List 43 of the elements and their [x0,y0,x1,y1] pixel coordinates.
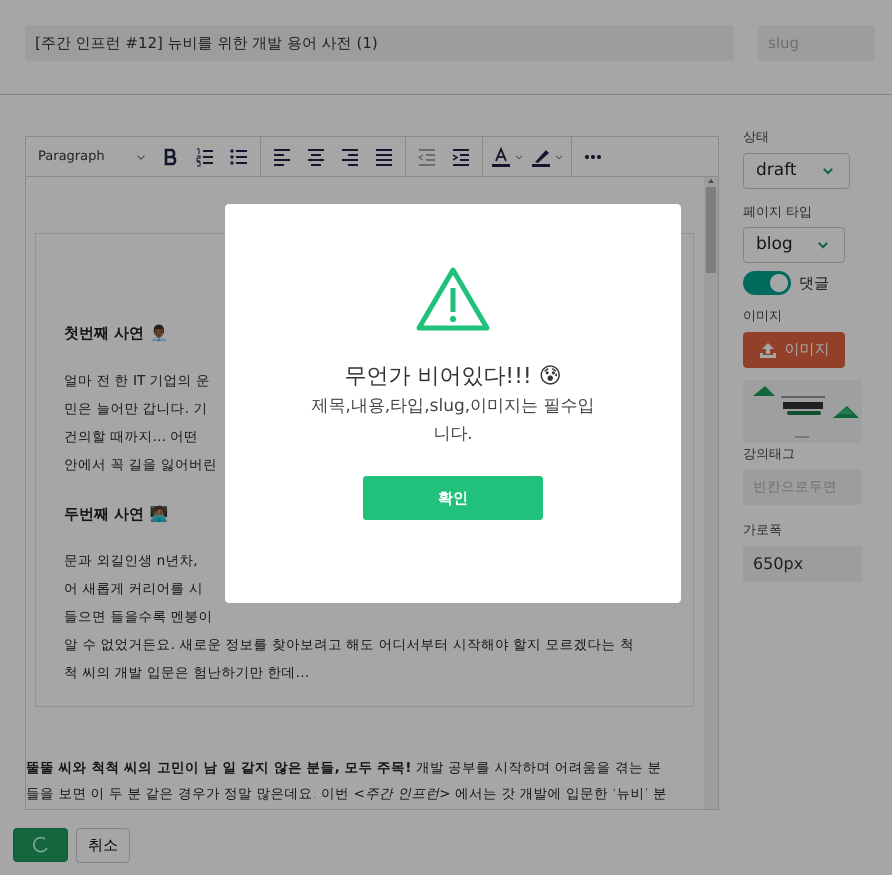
toggle-switch[interactable] [743,271,791,295]
scroll-up-icon [707,177,715,185]
dialog-title: 무언가 비어있다!!! 😰 [344,363,562,391]
field-label: 강의태그 [743,446,796,464]
toggle-label: 댓글 [799,272,829,294]
text-line: 뚤뚤 씨와 척척 씨의 고민이 남 일 같지 않은 분들, 모두 주목! 개발 공부를 시작하며 어려움을 겪는 분 [26,759,662,778]
field-label: 이미지 [743,308,783,326]
dialog-message: 제목,내용,타입,slug,이미지는 필수입니다. [310,395,596,446]
text-line: 들을 보면 이 두 분 같은 경우가 정말 많은데요. 이번 <주간 인프런> 에서는 갓 개발에 입문한 ‘뉴비’ 분 [26,785,668,804]
cancel-button[interactable]: 취소 [76,828,130,863]
text-line: 민은 늘어만 갑니다. 기 [64,400,208,418]
justify-icon [374,146,394,166]
text-color-icon [491,146,511,166]
align-center-icon [306,146,326,166]
scrollbar-thumb[interactable] [706,187,716,273]
field-label: 상태 [743,129,770,147]
text-line: 얼마 전 한 IT 기업의 운 [64,372,210,390]
select-field[interactable]: draft [743,152,850,188]
text-line: 알 수 없었거든요. 새로운 정보를 찾아보려고 해도 어디서부터 시작해야 할지 모르겠다는 척 [64,636,634,655]
numbered-list-icon [195,146,215,166]
spinner-icon [32,837,48,853]
indent-icon [451,146,471,166]
text-line: 건의할 때까지… 어떤 [64,428,198,446]
text-line: 어 새롭게 커리어를 시 [64,580,203,599]
align-left-icon [272,146,292,166]
section-heading: 두번째 사연 🧑🏽‍💻 [64,504,168,524]
warning-icon [415,266,491,332]
select-field[interactable]: blog [743,227,845,263]
block-format-dropdown[interactable]: Paragraph [32,146,152,166]
bullet-list-icon [229,146,249,166]
text-line: 문과 외길인생 n년차, [64,552,198,571]
text-line: 척 씨의 개발 입문은 험난하기만 한데… [64,664,310,683]
section-heading: 첫번째 사연 👨🏾‍💼 [64,323,168,344]
width-field[interactable]: 650px [743,546,862,582]
text-line: 안에서 꼭 길을 잃어버린 [64,456,217,474]
field-label: 가로폭 [743,522,783,540]
align-right-icon [340,146,360,166]
save-button[interactable] [13,828,68,862]
text-line: 들으면 들을수록 멘붕이 [64,608,213,627]
title-field[interactable]: [주간 인프런 #12] 뉴비를 위한 개발 용어 사전 (1) [25,25,734,61]
field-label: 페이지 타입 [743,204,814,222]
upload-icon [758,340,776,358]
more-icon [585,154,601,158]
